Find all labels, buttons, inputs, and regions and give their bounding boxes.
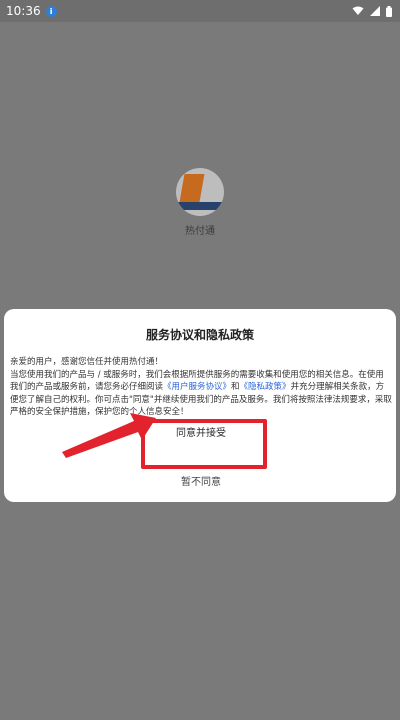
battery-icon	[386, 5, 392, 17]
status-left: 10:36 i	[6, 4, 57, 18]
app-logo-icon	[176, 168, 224, 216]
privacy-policy-link[interactable]: 《隐私政策》	[240, 382, 291, 392]
agree-button[interactable]: 同意并接受	[151, 424, 251, 439]
wifi-icon	[352, 6, 364, 15]
info-icon: i	[45, 5, 57, 17]
pointer-arrow-icon	[62, 413, 156, 458]
dialog-title: 服务协议和隐私政策	[145, 328, 254, 342]
user-agreement-link[interactable]: 《用户服务协议》	[163, 382, 231, 392]
decline-button[interactable]: 暂不同意	[151, 473, 251, 488]
signal-icon	[370, 6, 380, 16]
logo-mark	[179, 174, 205, 202]
app-name: 热付通	[185, 226, 215, 237]
dialog-text-and: 和	[231, 382, 240, 392]
dialog-greeting: 亲爱的用户，感谢您信任并使用热付通！	[10, 357, 164, 367]
status-time: 10:36	[6, 4, 41, 18]
status-bar: 10:36 i	[0, 0, 400, 22]
splash-area: 热付通	[170, 168, 230, 237]
status-right	[352, 5, 392, 17]
logo-band	[176, 202, 224, 210]
